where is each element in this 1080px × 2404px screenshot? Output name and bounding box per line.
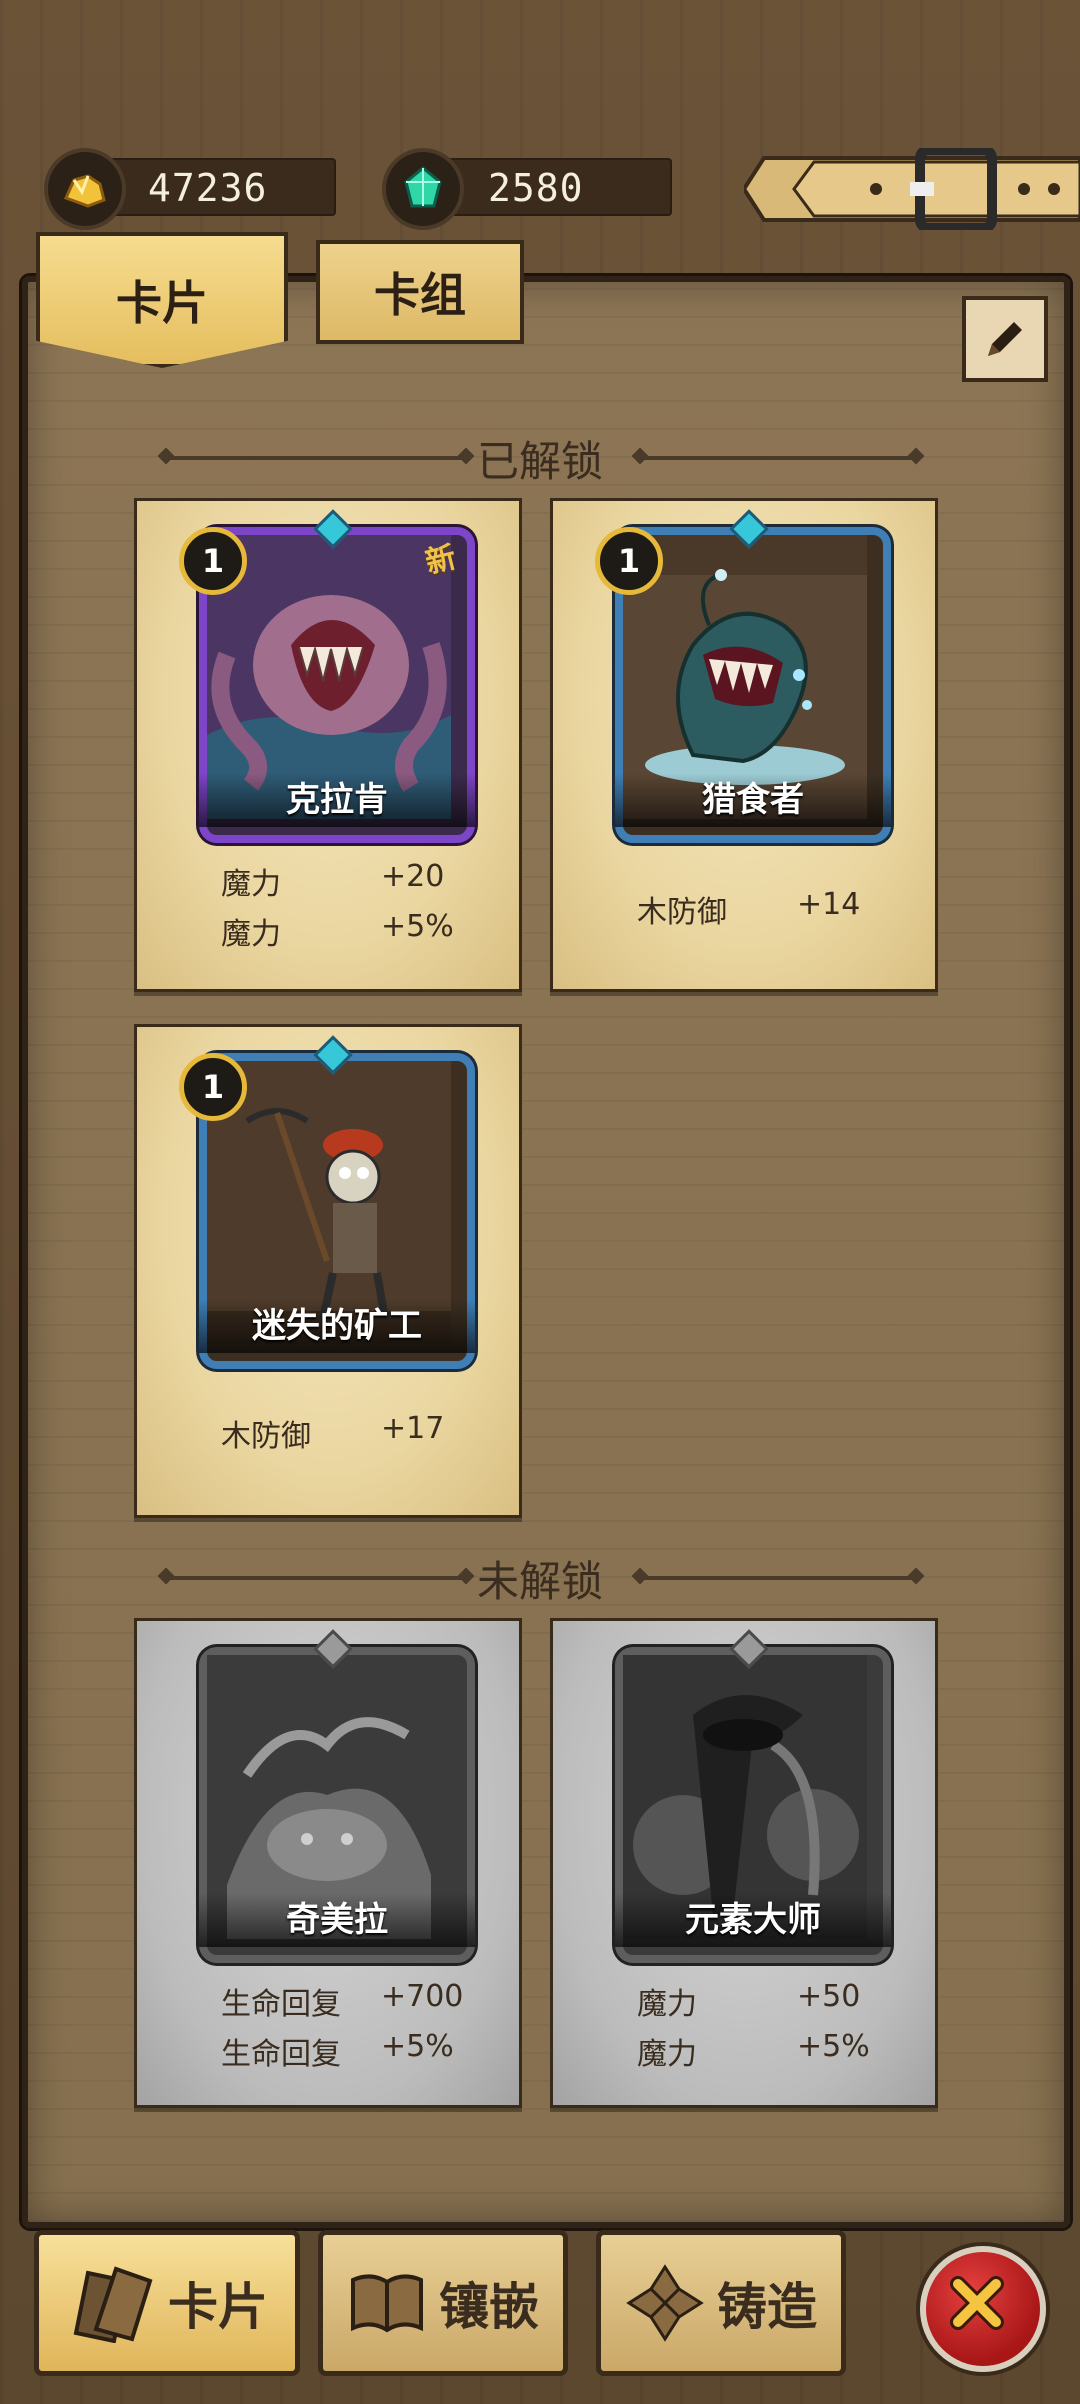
nav-cards-button[interactable]: 卡片 [34, 2230, 300, 2376]
stat-value: +5% [797, 2029, 870, 2064]
edit-button[interactable] [962, 296, 1048, 382]
stat-value: +50 [797, 1979, 861, 2014]
section-divider-right [640, 1576, 916, 1580]
level-badge: 1 [595, 527, 663, 595]
gem-counter: 2580 [428, 158, 672, 216]
forge-diamond-icon [626, 2264, 704, 2342]
cards-icon [73, 2266, 153, 2343]
stat-label: 生命回复 [221, 1987, 341, 2022]
stat-label: 魔力 [637, 2037, 697, 2072]
tab-cards[interactable]: 卡片 [36, 232, 288, 368]
nav-forge-button[interactable]: 铸造 [596, 2230, 846, 2376]
card-elemental-master-locked[interactable]: 元素大师 魔力 +50 魔力 +5% [550, 1618, 938, 2108]
stat-label: 魔力 [221, 917, 281, 952]
card-name: 奇美拉 [199, 1893, 475, 1947]
book-icon [351, 2274, 423, 2333]
nav-inlay-label: 镶嵌 [439, 2278, 539, 2336]
gold-counter: 47236 [88, 158, 336, 216]
nav-inlay-button[interactable]: 镶嵌 [318, 2230, 568, 2376]
close-button[interactable] [920, 2246, 1046, 2372]
stat-label: 木防御 [221, 1419, 311, 1454]
card-name: 克拉肯 [199, 773, 475, 827]
stat-label: 木防御 [637, 895, 727, 930]
card-name: 猎食者 [615, 773, 891, 827]
stat-value: +17 [381, 1411, 445, 1446]
stat-value: +700 [381, 1979, 464, 2014]
stat-value: +20 [381, 859, 445, 894]
stat-label: 魔力 [221, 867, 281, 902]
gold-value: 47236 [148, 166, 268, 210]
green-crystal-icon [386, 152, 460, 226]
tab-deck[interactable]: 卡组 [316, 240, 524, 344]
stat-value: +14 [797, 887, 861, 922]
level-badge: 1 [179, 1053, 247, 1121]
stat-value: +5% [381, 2029, 454, 2064]
close-icon [950, 2276, 1004, 2330]
stat-label: 魔力 [637, 1987, 697, 2022]
pencil-icon [988, 322, 1022, 356]
gold-nugget-icon [48, 152, 122, 226]
card-lost-miner[interactable]: 1 迷失的矿工 木防御 +17 [134, 1024, 522, 1518]
card-kraken[interactable]: 1 新 克拉肯 魔力 +20 魔力 +5% [134, 498, 522, 992]
level-badge: 1 [179, 527, 247, 595]
card-chimera-locked[interactable]: 奇美拉 生命回复 +700 生命回复 +5% [134, 1618, 522, 2108]
card-name: 元素大师 [615, 1893, 891, 1947]
card-name: 迷失的矿工 [199, 1299, 475, 1353]
section-divider-right [640, 456, 916, 460]
gem-value: 2580 [488, 166, 584, 210]
card-predator[interactable]: 1 猎食者 木防御 +14 [550, 498, 938, 992]
stat-label: 生命回复 [221, 2037, 341, 2072]
stat-value: +5% [381, 909, 454, 944]
nav-forge-label: 铸造 [717, 2278, 817, 2336]
belt-decoration [744, 148, 1080, 230]
nav-cards-label: 卡片 [168, 2278, 268, 2336]
